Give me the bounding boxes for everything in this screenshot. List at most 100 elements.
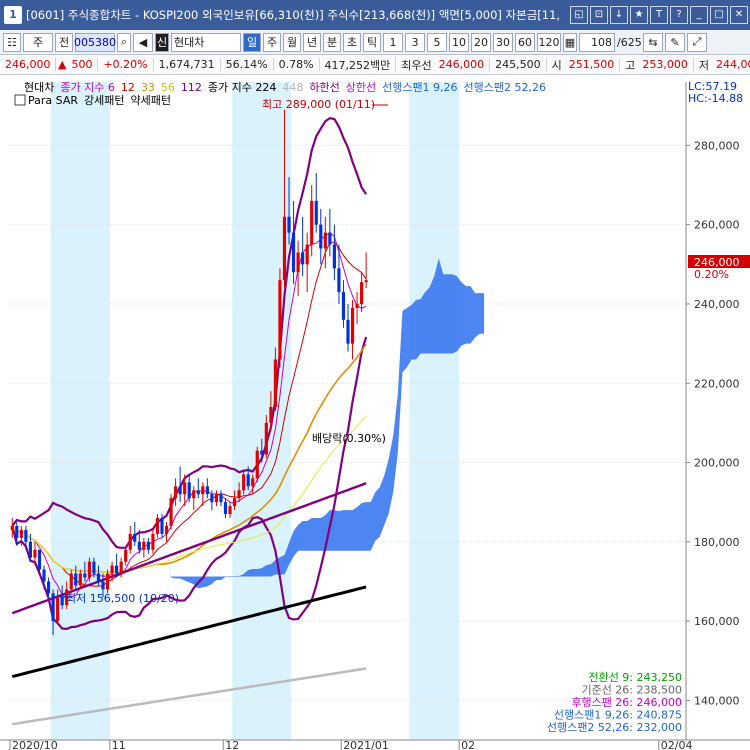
candle-body xyxy=(110,565,114,574)
candle-body xyxy=(219,494,223,503)
volume-ratio: 56.14% xyxy=(221,58,274,71)
arrows-icon[interactable]: ⇆ xyxy=(643,32,663,52)
legend-entry: 112 xyxy=(181,81,202,94)
candle-body xyxy=(155,518,160,534)
candle-body xyxy=(255,450,259,479)
low-annotation: 최저 156,500 (10/20) xyxy=(66,592,179,605)
interval-3[interactable]: 3 xyxy=(405,32,425,52)
candle-body xyxy=(269,407,273,423)
candle-body xyxy=(246,474,250,487)
minimize-icon[interactable]: _ xyxy=(690,6,708,24)
tools-icon[interactable]: ✎ xyxy=(665,32,685,52)
interval-120[interactable]: 120 xyxy=(537,32,561,52)
candle-body xyxy=(319,224,323,249)
market-select[interactable]: 주 xyxy=(23,32,53,52)
legend-entry: 33 xyxy=(141,81,155,94)
interval-20[interactable]: 20 xyxy=(471,32,491,52)
y-tick-label: 200,000 xyxy=(694,457,740,470)
candle-body xyxy=(83,573,87,578)
x-tick-label: 2021/01 xyxy=(343,739,389,750)
trade-amount: 417,252백만 xyxy=(320,56,397,73)
download-icon[interactable]: ↓ xyxy=(610,6,628,24)
text-icon[interactable]: T xyxy=(650,6,668,24)
link-icon[interactable]: ◱ xyxy=(570,6,588,24)
price-chart[interactable]: 140,000 160,000 180,000 200,000 220,000 240,0… xyxy=(0,75,750,750)
pattern-legend: Para SAR 강세패턴 약세패턴 xyxy=(28,93,171,107)
candle-body xyxy=(51,593,55,622)
expand-icon[interactable]: ⤢ xyxy=(687,32,707,52)
candle-body xyxy=(323,232,327,249)
legend-entry: 강세패턴 xyxy=(84,94,124,107)
menu-grid-icon[interactable]: ☷ xyxy=(3,32,21,52)
candle-body xyxy=(169,498,173,526)
candle-body xyxy=(328,232,332,245)
high-price: 253,000 xyxy=(637,58,694,71)
search-icon[interactable]: ⌕ xyxy=(117,32,131,52)
candle-body xyxy=(105,573,110,590)
candle-body xyxy=(151,533,155,550)
current-price-pct: 0.20% xyxy=(694,268,729,281)
candle-body xyxy=(183,482,187,495)
type-select[interactable]: 전 xyxy=(55,32,73,52)
period-month[interactable]: 월 xyxy=(283,32,301,52)
candle-body xyxy=(92,561,96,574)
turnover-rate: 0.78% xyxy=(274,58,320,71)
candle-body xyxy=(341,292,346,320)
maximize-icon[interactable]: □ xyxy=(710,6,728,24)
price-axis: 140,000 160,000 180,000 200,000 220,000 240,0… xyxy=(685,82,750,740)
period-second[interactable]: 초 xyxy=(343,32,361,52)
best-quote-label: 최우선 xyxy=(401,58,432,72)
candle-body xyxy=(160,518,164,534)
candle-body xyxy=(196,490,200,495)
help-icon[interactable]: ? xyxy=(670,6,688,24)
candle-body xyxy=(15,525,19,538)
ichimoku-value: 전환선 9: 243,250 xyxy=(588,671,682,684)
settings-icon[interactable]: ▦ xyxy=(563,32,577,52)
candle-body xyxy=(232,498,237,507)
legend-entry: 448 xyxy=(282,81,303,94)
window-icon: 1 xyxy=(4,6,22,24)
indicator-legend: 현대차 종가 지수 6 12 33 56 112 종가 지수 224 448 하한선 상한선 선행스… xyxy=(24,80,546,94)
x-tick-label: 02 xyxy=(461,739,475,750)
open-price: 251,500 xyxy=(564,58,621,71)
legend-entry: 선행스팬2 52,26 xyxy=(464,81,546,94)
candle-body xyxy=(228,506,232,515)
interval-5[interactable]: 5 xyxy=(427,32,447,52)
interval-30[interactable]: 30 xyxy=(493,32,513,52)
period-day[interactable]: 일 xyxy=(243,32,261,52)
speaker-icon[interactable]: ◀ xyxy=(133,32,153,52)
legend-entry: 종가 지수 6 xyxy=(60,81,114,94)
para-sar-icon xyxy=(14,94,26,106)
candle-body xyxy=(201,486,205,495)
period-tick[interactable]: 틱 xyxy=(363,32,381,52)
candle-body xyxy=(278,280,282,360)
interval-1[interactable]: 1 xyxy=(383,32,403,52)
low-price: 244,00 xyxy=(711,58,750,71)
candle-body xyxy=(133,533,137,542)
candle-body xyxy=(74,573,78,586)
period-minute[interactable]: 분 xyxy=(323,32,341,52)
legend-entry: Para SAR xyxy=(28,94,78,107)
star-icon[interactable]: ★ xyxy=(630,6,648,24)
layout-icon[interactable]: ⊡ xyxy=(590,6,608,24)
candle-body xyxy=(115,565,119,574)
candle-body xyxy=(360,282,364,304)
candle-body xyxy=(355,303,359,308)
ichimoku-value: 선행스팬1 9,26: 240,875 xyxy=(554,709,682,722)
candle-body xyxy=(119,561,123,574)
close-icon[interactable]: ✕ xyxy=(730,6,748,24)
period-week[interactable]: 주 xyxy=(263,32,281,52)
candle-body xyxy=(128,533,132,550)
stock-code-input[interactable]: 005380 xyxy=(74,32,116,52)
candle-body xyxy=(78,573,82,586)
ichimoku-value: 기준선 26: 238,500 xyxy=(581,684,682,697)
ichimoku-value: 선행스팬2 52,26: 232,000 xyxy=(547,721,682,734)
ichimoku-value: 후행스팬 26: 246,000 xyxy=(571,696,682,709)
interval-10[interactable]: 10 xyxy=(449,32,469,52)
candle-body xyxy=(101,581,105,590)
candle-body xyxy=(214,494,219,503)
candle-body xyxy=(10,525,14,530)
count-input[interactable]: 108 xyxy=(579,32,615,52)
period-year[interactable]: 년 xyxy=(303,32,321,52)
interval-60[interactable]: 60 xyxy=(515,32,535,52)
